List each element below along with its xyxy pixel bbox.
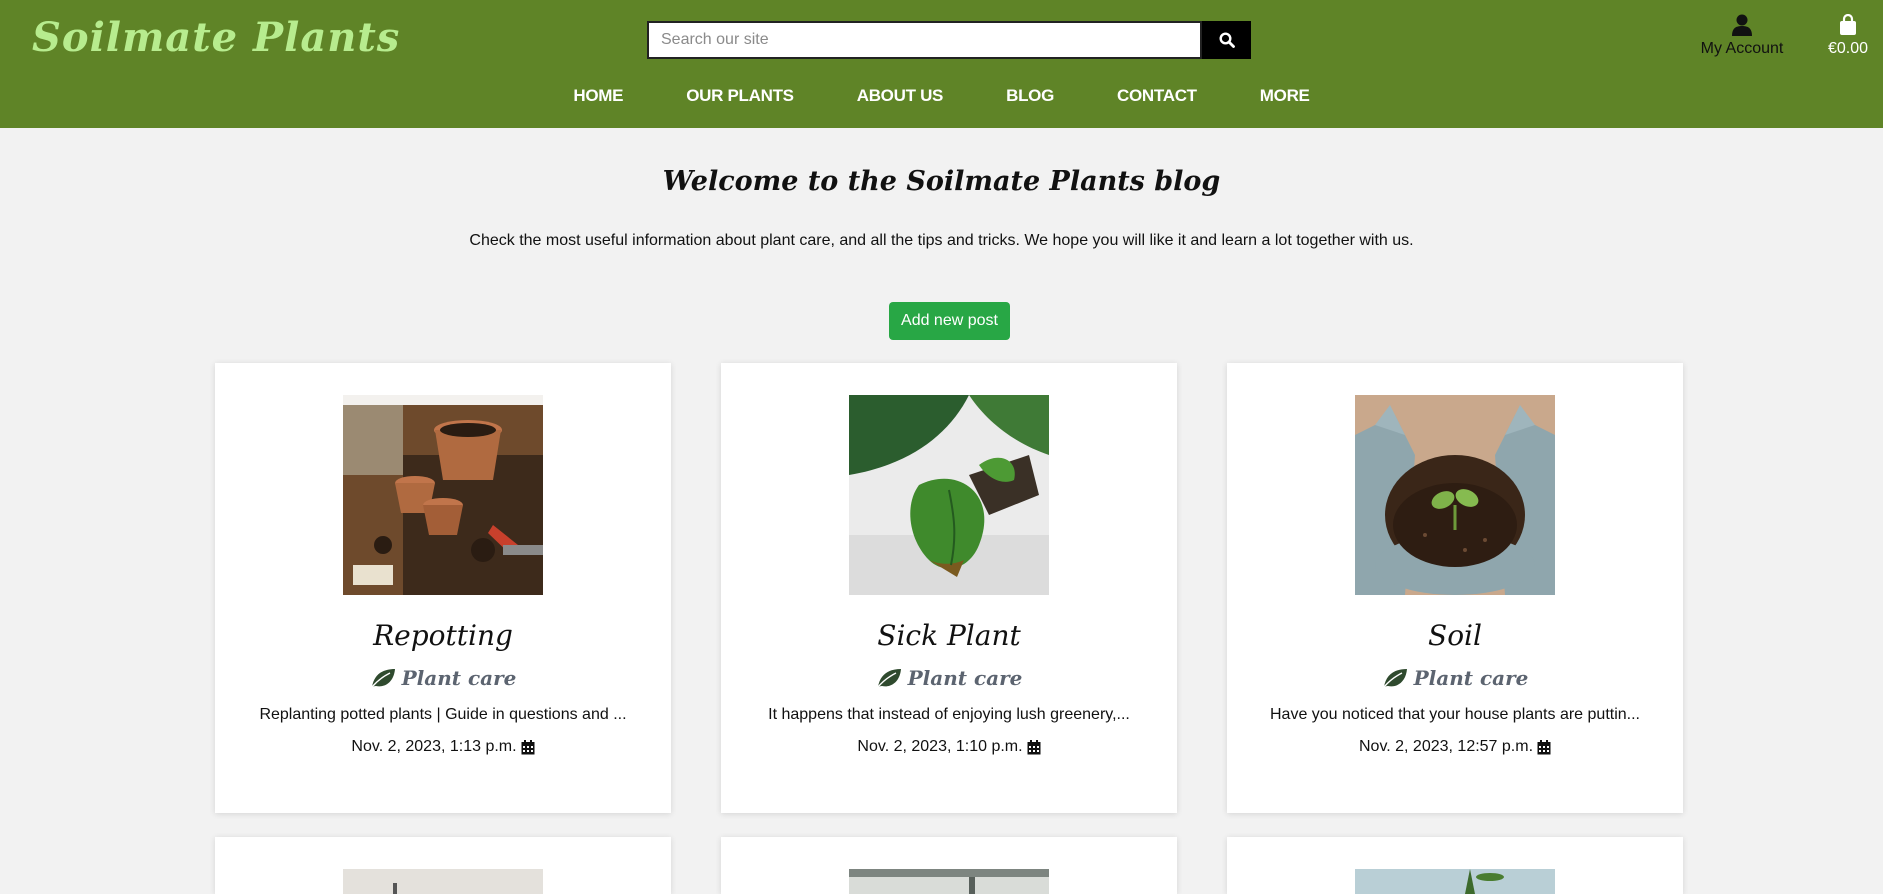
blog-post-card[interactable] — [215, 837, 671, 894]
shopping-bag-link[interactable]: €0.00 — [1822, 14, 1874, 58]
leaf-icon — [371, 669, 395, 688]
search-input[interactable] — [647, 21, 1203, 59]
post-excerpt: Replanting potted plants | Guide in ques… — [259, 706, 627, 723]
page-intro-text: Check the most useful information about … — [469, 232, 1414, 249]
nav-more[interactable]: MORE — [1260, 86, 1310, 106]
post-date-text: Nov. 2, 2023, 1:13 p.m. — [351, 738, 517, 755]
post-category[interactable]: Plant care — [1227, 666, 1683, 690]
post-category-label: Plant care — [1413, 666, 1529, 690]
nav-about-us[interactable]: ABOUT US — [857, 86, 944, 106]
post-date: Nov. 2, 2023, 12:57 p.m. — [1227, 738, 1683, 756]
nav-our-plants[interactable]: OUR PLANTS — [686, 86, 794, 106]
leaf-icon — [877, 669, 901, 688]
post-date-text: Nov. 2, 2023, 1:10 p.m. — [857, 738, 1023, 755]
post-category-label: Plant care — [401, 666, 517, 690]
post-category-label: Plant care — [907, 666, 1023, 690]
search-form — [647, 21, 1251, 59]
nav-contact[interactable]: CONTACT — [1117, 86, 1197, 106]
blog-post-card[interactable]: Soil Plant care Have you noticed that yo… — [1227, 363, 1683, 813]
post-title[interactable]: Sick Plant — [721, 619, 1177, 652]
main-nav: HOME OUR PLANTS ABOUT US BLOG CONTACT MO… — [0, 86, 1883, 106]
my-account-link[interactable]: My Account — [1690, 14, 1794, 58]
post-title[interactable]: Repotting — [215, 619, 671, 652]
page-title: Welcome to the Soilmate Plants blog — [662, 166, 1221, 197]
calendar-icon — [1537, 739, 1551, 754]
post-date: Nov. 2, 2023, 1:13 p.m. — [215, 738, 671, 756]
post-category[interactable]: Plant care — [721, 666, 1177, 690]
post-category[interactable]: Plant care — [215, 666, 671, 690]
post-image[interactable] — [1355, 869, 1555, 894]
post-excerpt: It happens that instead of enjoying lush… — [768, 706, 1130, 723]
user-icon — [1732, 14, 1752, 36]
blog-post-card[interactable] — [1227, 837, 1683, 894]
post-title[interactable]: Soil — [1227, 619, 1683, 652]
search-button[interactable] — [1202, 21, 1251, 59]
my-account-label: My Account — [1700, 40, 1784, 57]
add-new-post-button[interactable]: Add new post — [889, 302, 1010, 340]
site-logo[interactable]: Soilmate Plants — [32, 14, 400, 61]
search-icon — [1219, 32, 1235, 48]
shopping-bag-icon — [1840, 14, 1856, 35]
post-image-repotting[interactable] — [343, 395, 543, 595]
blog-post-card[interactable] — [721, 837, 1177, 894]
post-date: Nov. 2, 2023, 1:10 p.m. — [721, 738, 1177, 756]
nav-home[interactable]: HOME — [573, 86, 623, 106]
post-excerpt: Have you noticed that your house plants … — [1269, 706, 1640, 723]
post-image[interactable] — [849, 869, 1049, 894]
post-image[interactable] — [343, 869, 543, 894]
blog-post-card[interactable]: Sick Plant Plant care It happens that in… — [721, 363, 1177, 813]
calendar-icon — [1027, 739, 1041, 754]
post-image-soil[interactable] — [1355, 395, 1555, 595]
leaf-icon — [1383, 669, 1407, 688]
bag-total: €0.00 — [1827, 40, 1869, 57]
blog-post-card[interactable]: Repotting Plant care Replanting potted p… — [215, 363, 671, 813]
calendar-icon — [521, 739, 535, 754]
post-date-text: Nov. 2, 2023, 12:57 p.m. — [1358, 738, 1534, 755]
post-image-sick-plant[interactable] — [849, 395, 1049, 595]
site-header: Soilmate Plants My Account €0.00 HOME OU… — [0, 0, 1883, 128]
nav-blog[interactable]: BLOG — [1006, 86, 1054, 106]
